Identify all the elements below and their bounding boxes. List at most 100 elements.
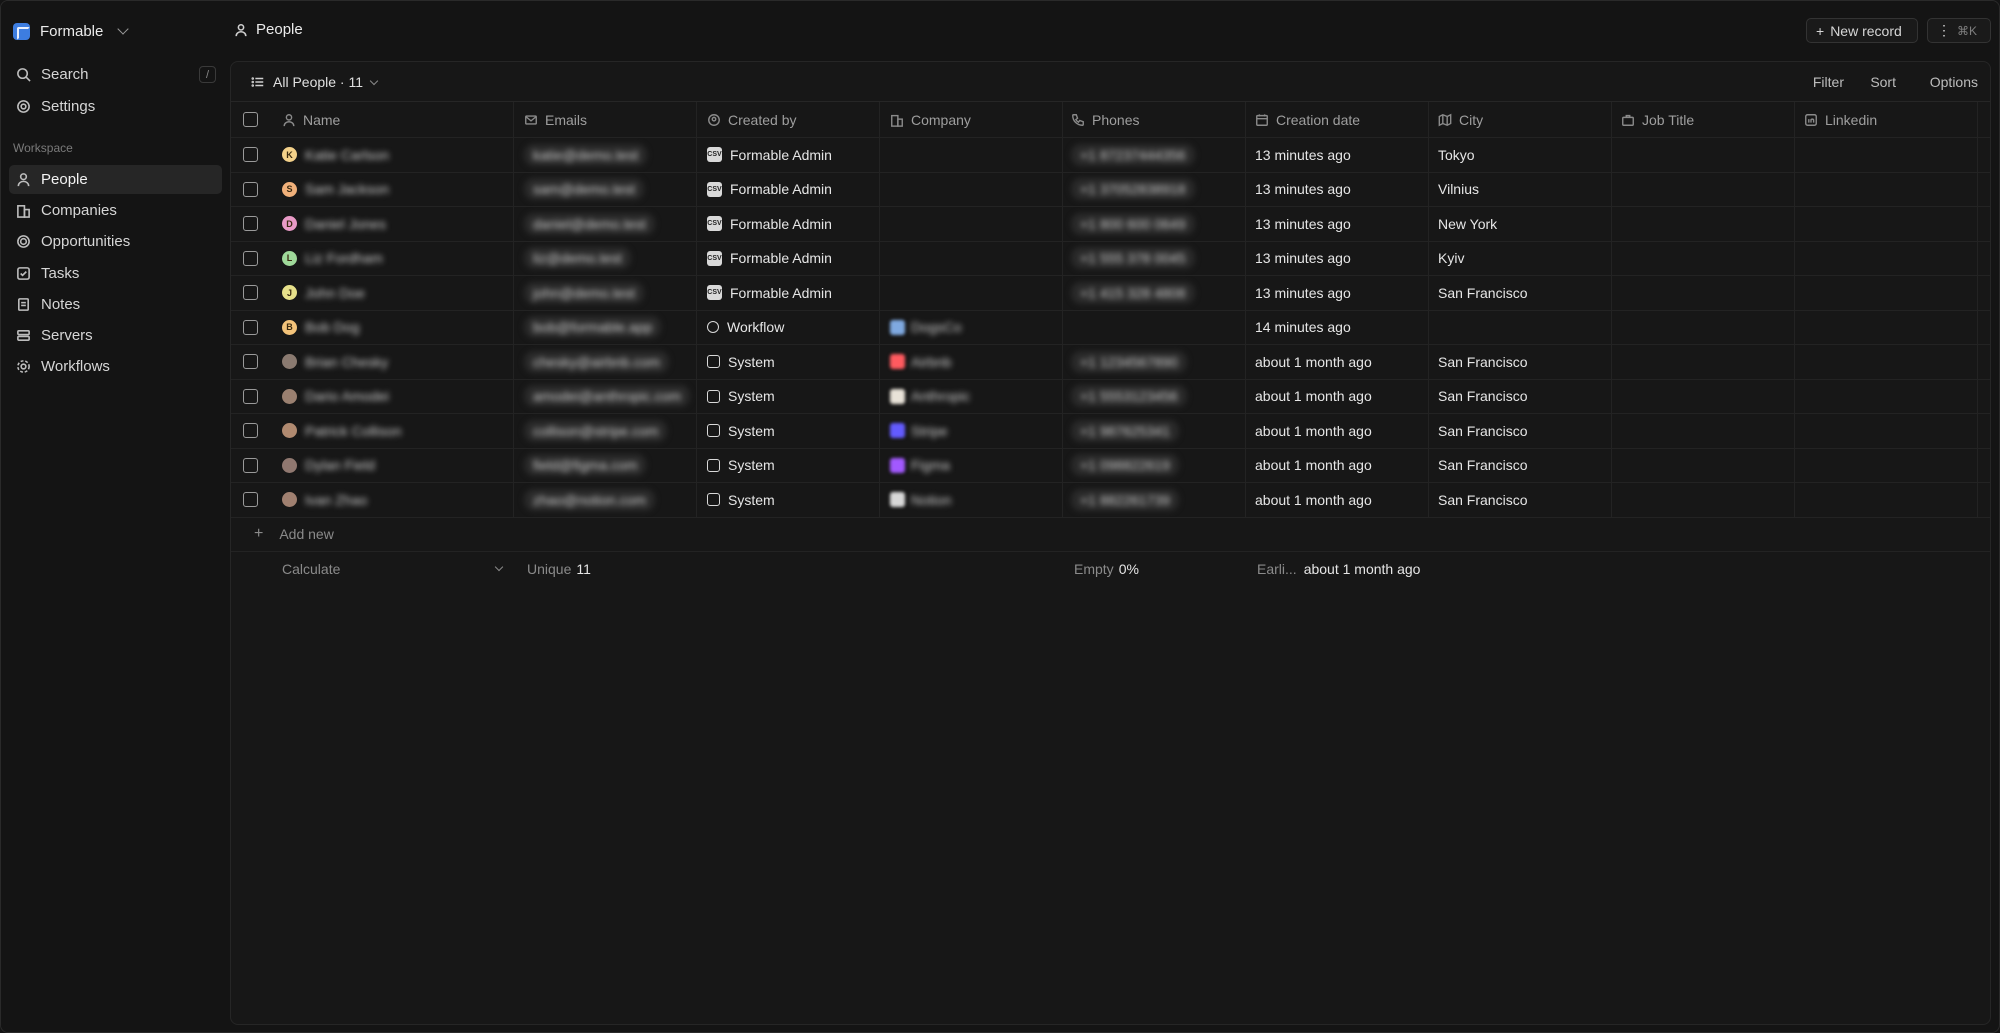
job-title-cell[interactable]: [1612, 276, 1795, 310]
name-cell[interactable]: L Liz Fordham: [270, 241, 514, 275]
creation-date-cell[interactable]: about 1 month ago: [1246, 345, 1429, 379]
new-record-button[interactable]: + New record: [1806, 18, 1918, 43]
job-title-cell[interactable]: [1612, 241, 1795, 275]
job-title-cell[interactable]: [1612, 345, 1795, 379]
creation-date-cell[interactable]: about 1 month ago: [1246, 448, 1429, 482]
city-cell[interactable]: San Francisco: [1429, 483, 1612, 517]
linkedin-cell[interactable]: [1795, 448, 1978, 482]
phone-cell[interactable]: +1 87237444356: [1063, 138, 1246, 172]
name-cell[interactable]: B Bob Dog: [270, 310, 514, 344]
person-name[interactable]: Patrick Collison: [305, 423, 401, 439]
company-name[interactable]: DogsCo: [911, 319, 962, 335]
created-by-cell[interactable]: System: [697, 448, 880, 482]
job-title-cell[interactable]: [1612, 207, 1795, 241]
phone-chip[interactable]: +1 800 600 0649: [1071, 212, 1195, 235]
created-by-cell[interactable]: Workflow: [697, 310, 880, 344]
person-name[interactable]: Brian Chesky: [305, 354, 388, 370]
company-cell[interactable]: [880, 138, 1063, 172]
job-title-cell[interactable]: [1612, 414, 1795, 448]
row-checkbox[interactable]: [243, 147, 258, 163]
linkedin-cell[interactable]: [1795, 310, 1978, 344]
column-header-company[interactable]: Company: [880, 102, 1063, 137]
email-cell[interactable]: chesky@airbnb.com: [514, 345, 697, 379]
email-chip[interactable]: collison@stripe.com: [524, 419, 668, 442]
company-cell[interactable]: [880, 207, 1063, 241]
city-cell[interactable]: San Francisco: [1429, 345, 1612, 379]
phone-chip[interactable]: +1 555 378 0045: [1071, 247, 1195, 270]
city-cell[interactable]: Tokyo: [1429, 138, 1612, 172]
linkedin-cell[interactable]: [1795, 379, 1978, 413]
column-header-creation-date[interactable]: Creation date: [1246, 102, 1429, 137]
company-cell[interactable]: [880, 276, 1063, 310]
company-cell[interactable]: Stripe: [880, 414, 1063, 448]
creation-date-cell[interactable]: 13 minutes ago: [1246, 172, 1429, 206]
column-header-phones[interactable]: Phones: [1063, 102, 1246, 137]
email-cell[interactable]: daniel@demo.test: [514, 207, 697, 241]
name-cell[interactable]: D Daniel Jones: [270, 207, 514, 241]
linkedin-cell[interactable]: [1795, 414, 1978, 448]
email-chip[interactable]: zhao@notion.com: [524, 488, 656, 511]
select-all-checkbox[interactable]: [243, 112, 258, 127]
phone-chip[interactable]: +1 37052838918: [1071, 178, 1195, 201]
table-row[interactable]: Patrick Collison collison@stripe.com Syste…: [231, 414, 1990, 449]
table-row[interactable]: Ivan Zhao zhao@notion.com System Notion +1 8…: [231, 483, 1990, 518]
phone-cell[interactable]: +1 987625341: [1063, 414, 1246, 448]
city-cell[interactable]: San Francisco: [1429, 379, 1612, 413]
phone-chip[interactable]: +1 987625341: [1071, 419, 1179, 442]
row-checkbox[interactable]: [243, 492, 258, 508]
creation-date-cell[interactable]: about 1 month ago: [1246, 483, 1429, 517]
person-name[interactable]: Bob Dog: [305, 319, 359, 335]
email-cell[interactable]: john@demo.test: [514, 276, 697, 310]
table-row[interactable]: B Bob Dog bob@formable.app Workflow DogsCo 14…: [231, 310, 1990, 345]
linkedin-cell[interactable]: [1795, 241, 1978, 275]
sidebar-item-people[interactable]: People: [9, 165, 222, 194]
add-new-row-button[interactable]: + Add new: [231, 518, 1990, 552]
creation-date-cell[interactable]: about 1 month ago: [1246, 379, 1429, 413]
person-name[interactable]: Liz Fordham: [305, 250, 383, 266]
table-row[interactable]: L Liz Fordham liz@demo.test CSV Formable Adm…: [231, 241, 1990, 276]
created-by-cell[interactable]: CSV Formable Admin: [697, 172, 880, 206]
company-cell[interactable]: [880, 172, 1063, 206]
table-row[interactable]: D Daniel Jones daniel@demo.test CSV Formable…: [231, 207, 1990, 242]
emails-aggregate[interactable]: Unique 11: [527, 552, 591, 586]
phone-cell[interactable]: +1 882261739: [1063, 483, 1246, 517]
table-row[interactable]: Brian Chesky chesky@airbnb.com System Airbn…: [231, 345, 1990, 380]
created-by-cell[interactable]: System: [697, 345, 880, 379]
job-title-cell[interactable]: [1612, 379, 1795, 413]
person-name[interactable]: Daniel Jones: [305, 216, 386, 232]
linkedin-cell[interactable]: [1795, 138, 1978, 172]
city-cell[interactable]: [1429, 310, 1612, 344]
email-cell[interactable]: zhao@notion.com: [514, 483, 697, 517]
email-chip[interactable]: chesky@airbnb.com: [524, 350, 670, 373]
sidebar-item-search[interactable]: Search /: [9, 60, 222, 89]
phones-aggregate[interactable]: Empty 0%: [1074, 552, 1139, 586]
column-header-linkedin[interactable]: Linkedin: [1795, 102, 1978, 137]
phone-cell[interactable]: +1 5553123456: [1063, 379, 1246, 413]
creation-date-cell[interactable]: about 1 month ago: [1246, 414, 1429, 448]
phone-chip[interactable]: +1 87237444356: [1071, 143, 1195, 166]
city-cell[interactable]: Vilnius: [1429, 172, 1612, 206]
table-row[interactable]: K Katie Carlson katie@demo.test CSV Formable…: [231, 138, 1990, 173]
email-chip[interactable]: daniel@demo.test: [524, 212, 656, 235]
table-row[interactable]: S Sam Jackson sam@demo.test CSV Formable Adm…: [231, 172, 1990, 207]
company-name[interactable]: Stripe: [911, 423, 948, 439]
row-checkbox[interactable]: [243, 319, 258, 335]
email-chip[interactable]: amodei@anthropic.com: [524, 385, 691, 408]
city-cell[interactable]: San Francisco: [1429, 276, 1612, 310]
table-row[interactable]: J John Doe john@demo.test CSV Formable Admin…: [231, 276, 1990, 311]
company-name[interactable]: Anthropic: [911, 388, 970, 404]
email-chip[interactable]: sam@demo.test: [524, 178, 645, 201]
company-cell[interactable]: Figma: [880, 448, 1063, 482]
email-cell[interactable]: bob@formable.app: [514, 310, 697, 344]
company-cell[interactable]: [880, 241, 1063, 275]
column-header-emails[interactable]: Emails: [514, 102, 697, 137]
person-name[interactable]: Sam Jackson: [305, 181, 389, 197]
row-checkbox[interactable]: [243, 457, 258, 473]
phone-cell[interactable]: +1 415 328 4808: [1063, 276, 1246, 310]
company-cell[interactable]: DogsCo: [880, 310, 1063, 344]
name-cell[interactable]: Dario Amodei: [270, 379, 514, 413]
email-cell[interactable]: katie@demo.test: [514, 138, 697, 172]
sidebar-item-notes[interactable]: Notes: [9, 290, 222, 319]
city-cell[interactable]: Kyiv: [1429, 241, 1612, 275]
email-cell[interactable]: field@figma.com: [514, 448, 697, 482]
